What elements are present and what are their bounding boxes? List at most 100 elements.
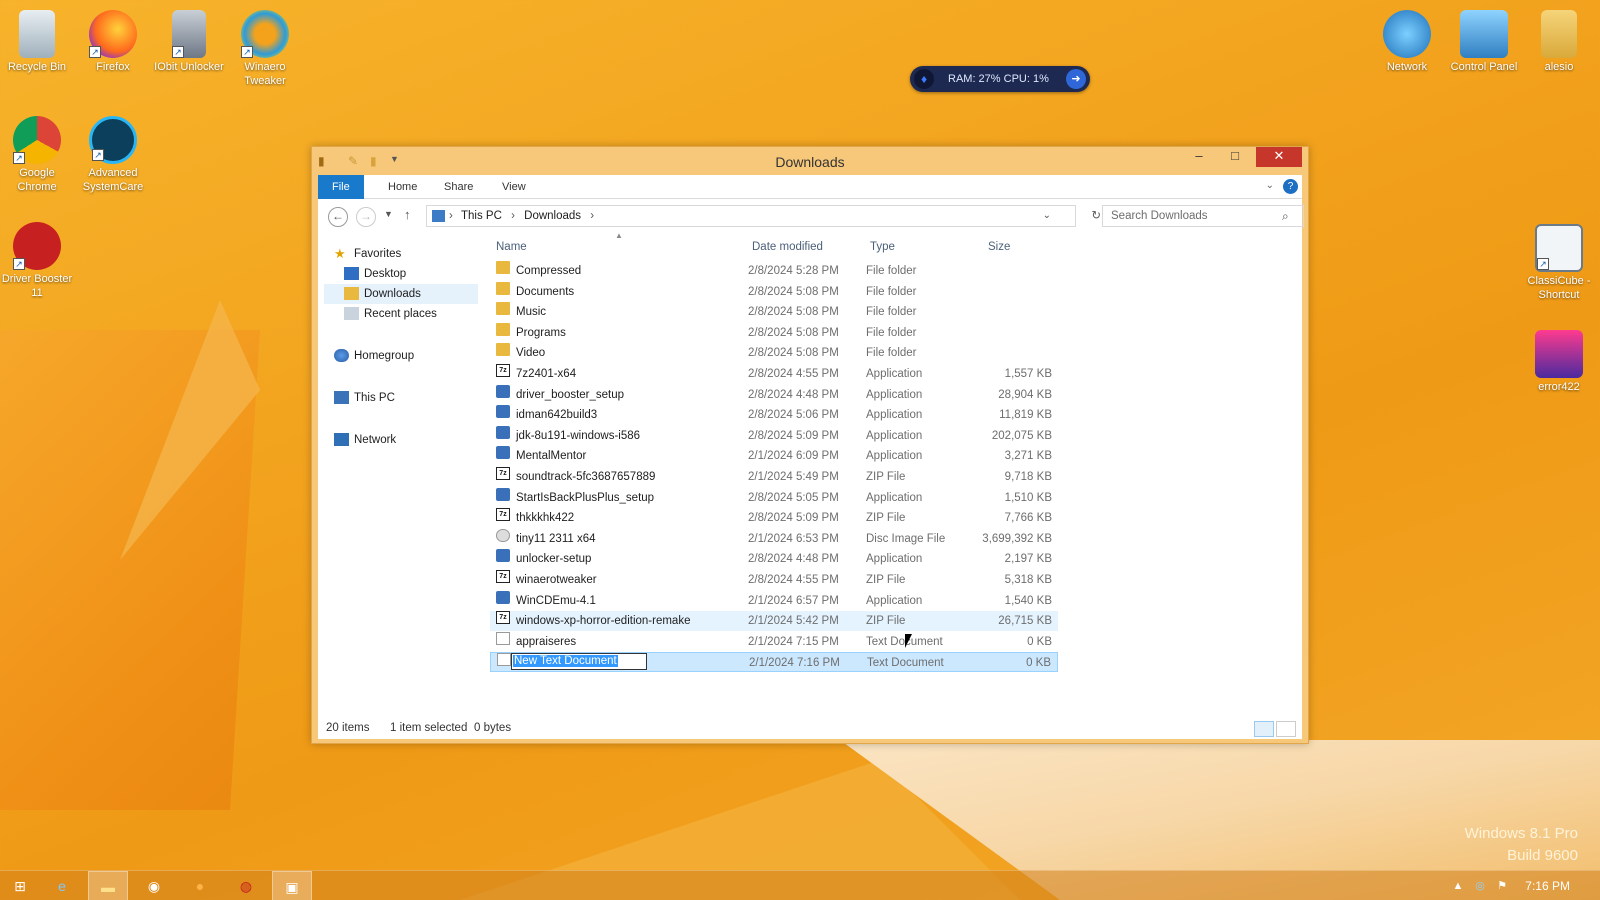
homegroup-icon [334,349,349,362]
recent-locations-icon[interactable]: ▼ [384,209,393,219]
nav-desktop[interactable]: Desktop [344,264,406,284]
nav-homegroup[interactable]: Homegroup [334,346,414,366]
file-explorer-icon[interactable]: ▬ [88,871,128,900]
folder-row[interactable]: Music 2/8/2024 5:08 PM File folder [490,302,1058,322]
folder-row[interactable]: Compressed 2/8/2024 5:28 PM File folder [490,261,1058,281]
wallpaper-shape [0,330,260,810]
file-name: StartIsBackPlusPlus_setup [516,491,655,504]
file-name: tiny11 2311 x64 [516,532,596,545]
file-row[interactable]: 7z thkkkhk422 2/8/2024 5:09 PM ZIP File 7,76… [490,508,1058,528]
help-icon[interactable]: ? [1283,179,1298,194]
file-row[interactable]: StartIsBackPlusPlus_setup 2/8/2024 5:05 P… [490,487,1058,508]
tab-share[interactable]: Share [430,175,487,199]
window-title: Downloads [775,154,845,170]
file-row[interactable]: appraiseres 2/1/2024 7:15 PM Text Document… [490,631,1058,652]
show-hidden-icons[interactable]: ▲ [1450,878,1466,894]
file-name: 7z2401-x64 [516,368,577,380]
maximize-button[interactable]: □ [1220,147,1250,167]
nav-downloads[interactable]: Downloads [344,284,421,304]
search-icon: ⌕ [1282,209,1289,223]
recycle-bin-icon [19,10,55,58]
desktop-icon-recycle-bin[interactable]: Recycle Bin [0,4,74,74]
desktop-icon-iobit-unlocker[interactable]: ↗ IObit Unlocker [152,4,226,74]
rename-input[interactable]: New Text Document [511,653,647,671]
folder-icon [496,281,510,295]
column-header-size[interactable]: Size [988,241,1010,253]
clock[interactable]: 7:16 PM [1525,871,1570,900]
file-row[interactable]: New Text Document 2/1/2024 7:16 PM Text Do… [490,652,1058,673]
desktop-icon-google-chrome[interactable]: ↗ Google Chrome [0,110,74,194]
desktop-icon-error422[interactable]: error422 [1522,324,1596,394]
search-input[interactable]: Search Downloads [1102,205,1304,227]
chrome-taskbar-icon[interactable]: ◉ [134,871,174,900]
minimize-button[interactable]: – [1184,147,1214,167]
column-header-date[interactable]: Date modified [752,241,823,253]
back-button[interactable]: ← [328,207,348,227]
close-button[interactable]: ✕ [1256,147,1302,167]
file-row[interactable]: MentalMentor 2/1/2024 6:09 PM Application 3… [490,446,1058,466]
firefox-taskbar-icon[interactable]: ● [180,871,220,900]
folder-icon [496,302,510,316]
file-row[interactable]: 7z windows-xp-horror-edition-remake 2/1/20… [490,611,1058,632]
file-date: 2/8/2024 5:05 PM [748,491,839,504]
file-row[interactable]: 7z 7z2401-x64 2/8/2024 4:55 PM Application 1… [490,364,1058,384]
tab-view[interactable]: View [488,175,540,199]
arrow-right-icon[interactable]: ➜ [1066,69,1086,89]
desktop-icon-firefox[interactable]: ↗ Firefox [76,4,150,74]
desktop-icon-network[interactable]: Network [1370,4,1444,74]
column-header-name[interactable]: Name [496,241,527,253]
file-row[interactable]: jdk-8u191-windows-i586 2/8/2024 5:09 PM Ap… [490,425,1058,446]
7z-icon: 7z [496,364,510,377]
forward-button[interactable]: → [356,207,376,227]
desktop-icon-label: Advanced SystemCare [82,167,144,193]
folder-row[interactable]: Video 2/8/2024 5:08 PM File folder [490,343,1058,363]
up-arrow-icon[interactable]: ↑ [404,207,411,222]
file-row[interactable]: 7z soundtrack-5fc3687657889 2/1/2024 5:49 … [490,467,1058,487]
file-row[interactable]: WinCDEmu-4.1 2/1/2024 6:57 PM Application 1… [490,590,1058,611]
action-center-flag-icon[interactable]: ⚑ [1494,878,1510,894]
desktop-icon-control-panel[interactable]: Control Panel [1447,4,1521,74]
address-row: ← → ▼ ↑ › This PC › Downloads › ⌄ ↻ Sear… [318,199,1304,231]
ram-cpu-gadget[interactable]: ♦ RAM: 27% CPU: 1% ➜ [910,66,1090,92]
start-button[interactable]: ⊞ [0,871,40,900]
file-row[interactable]: driver_booster_setup 2/8/2024 4:48 PM Appl… [490,384,1058,405]
file-size: 1,557 KB [1004,368,1052,380]
expand-ribbon-icon[interactable]: ⌄ [1266,180,1274,191]
breadcrumb-this-pc[interactable]: This PC [461,210,502,222]
address-dropdown-icon[interactable]: ⌄ [1043,206,1051,226]
column-header-type[interactable]: Type [870,241,895,253]
systemcare-tray-icon[interactable]: ◎ [1472,878,1488,894]
desktop-icon-classicube[interactable]: ↗ ClassiCube - Shortcut [1522,218,1596,302]
file-size: 0 KB [1027,635,1052,648]
file-size: 5,318 KB [1004,574,1052,586]
nav-this-pc[interactable]: This PC [334,388,395,408]
tab-home[interactable]: Home [374,175,431,199]
control-panel-taskbar-icon[interactable]: ▣ [272,871,312,900]
file-row[interactable]: tiny11 2311 x64 2/1/2024 6:53 PM Disc Imag… [490,528,1058,549]
desktop-icon-winaero-tweaker[interactable]: ↗ Winaero Tweaker [228,4,302,88]
refresh-icon[interactable]: ↻ [1091,206,1101,226]
folder-row[interactable]: Documents 2/8/2024 5:08 PM File folder [490,281,1058,302]
nav-network[interactable]: Network [334,430,396,450]
driver-booster-taskbar-icon[interactable]: ◍ [226,871,266,900]
file-row[interactable]: 7z winaerotweaker 2/8/2024 4:55 PM ZIP File… [490,570,1058,590]
downloads-folder-icon [432,210,445,222]
folder-row[interactable]: Programs 2/8/2024 5:08 PM File folder [490,322,1058,343]
nav-favorites[interactable]: ★ Favorites [334,244,401,264]
file-type: Application [866,491,923,504]
tab-file[interactable]: File [318,175,364,199]
title-bar[interactable]: ▮ ✎ ▮ ▼ Downloads – □ ✕ [312,147,1308,175]
content-area: ★ Favorites Desktop Downloads Recent pla… [318,231,1302,717]
desktop-icon-user-folder[interactable]: alesio [1522,4,1596,74]
file-name: Music [516,306,547,319]
nav-recent-places[interactable]: Recent places [344,304,437,324]
file-row[interactable]: unlocker-setup 2/8/2024 4:48 PM Applicatio… [490,549,1058,569]
internet-explorer-icon[interactable]: e [42,871,82,900]
address-bar[interactable]: › This PC › Downloads › ⌄ ↻ [426,205,1101,227]
breadcrumb-downloads[interactable]: Downloads [524,210,581,222]
details-view-button[interactable] [1254,721,1274,737]
large-icons-view-button[interactable] [1276,721,1296,737]
file-row[interactable]: idman642build3 2/8/2024 5:06 PM Applicatio… [490,405,1058,425]
desktop-icon-driver-booster[interactable]: ↗ Driver Booster 11 [0,216,74,300]
desktop-icon-advanced-systemcare[interactable]: ↗ Advanced SystemCare [76,110,150,194]
